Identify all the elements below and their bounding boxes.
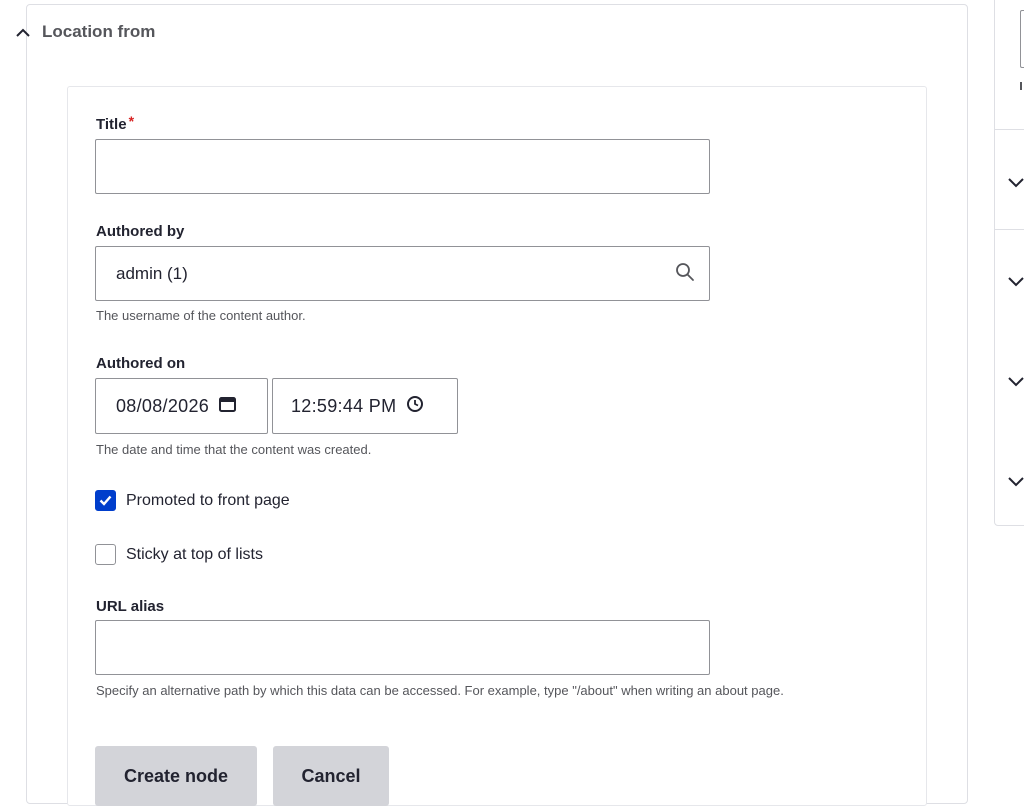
sticky-checkbox[interactable] bbox=[95, 544, 116, 565]
chevron-down-icon[interactable] bbox=[1008, 274, 1024, 292]
required-marker: * bbox=[128, 113, 135, 129]
promoted-option[interactable]: Promoted to front page bbox=[95, 490, 290, 511]
promoted-checkbox[interactable] bbox=[95, 490, 116, 511]
panel-title: Location from bbox=[42, 22, 156, 41]
right-sidebar-field[interactable] bbox=[1020, 10, 1024, 68]
checkmark-icon bbox=[99, 495, 112, 506]
calendar-icon[interactable] bbox=[209, 396, 237, 417]
chevron-up-icon bbox=[16, 28, 30, 37]
sticky-option[interactable]: Sticky at top of lists bbox=[95, 544, 263, 565]
chevron-down-icon[interactable] bbox=[1008, 474, 1024, 492]
right-sidebar-divider bbox=[994, 229, 1024, 230]
url-alias-input[interactable] bbox=[95, 620, 710, 675]
time-value: 12:59:44 PM bbox=[291, 395, 397, 416]
date-value: 08/08/2026 bbox=[116, 395, 210, 416]
authored-on-label: Authored on bbox=[96, 355, 186, 372]
promoted-label: Promoted to front page bbox=[126, 491, 290, 509]
panel-header-location-from[interactable]: Location from bbox=[16, 20, 155, 44]
sticky-label: Sticky at top of lists bbox=[126, 545, 263, 563]
date-input[interactable]: 08/08/2026 bbox=[95, 378, 268, 434]
right-sidebar-divider bbox=[994, 129, 1024, 130]
time-input[interactable]: 12:59:44 PM bbox=[272, 378, 458, 434]
chevron-down-icon[interactable] bbox=[1008, 175, 1024, 193]
authored-by-label: Authored by bbox=[96, 223, 185, 240]
title-label: Title * bbox=[96, 113, 135, 133]
url-alias-label: URL alias bbox=[96, 598, 165, 615]
authored-on-description: The date and time that the content was c… bbox=[96, 442, 372, 457]
search-icon bbox=[675, 262, 695, 287]
cancel-button[interactable]: Cancel bbox=[273, 746, 389, 806]
create-node-button[interactable]: Create node bbox=[95, 746, 257, 806]
chevron-down-icon[interactable] bbox=[1008, 374, 1024, 392]
title-input[interactable] bbox=[95, 139, 710, 194]
clock-icon[interactable] bbox=[396, 395, 424, 418]
url-alias-description: Specify an alternative path by which thi… bbox=[96, 683, 784, 698]
authored-by-input[interactable] bbox=[95, 246, 710, 301]
right-sidebar-text-fragment bbox=[1020, 82, 1022, 90]
right-sidebar-panel bbox=[994, 0, 1024, 526]
authored-by-description: The username of the content author. bbox=[96, 308, 306, 323]
